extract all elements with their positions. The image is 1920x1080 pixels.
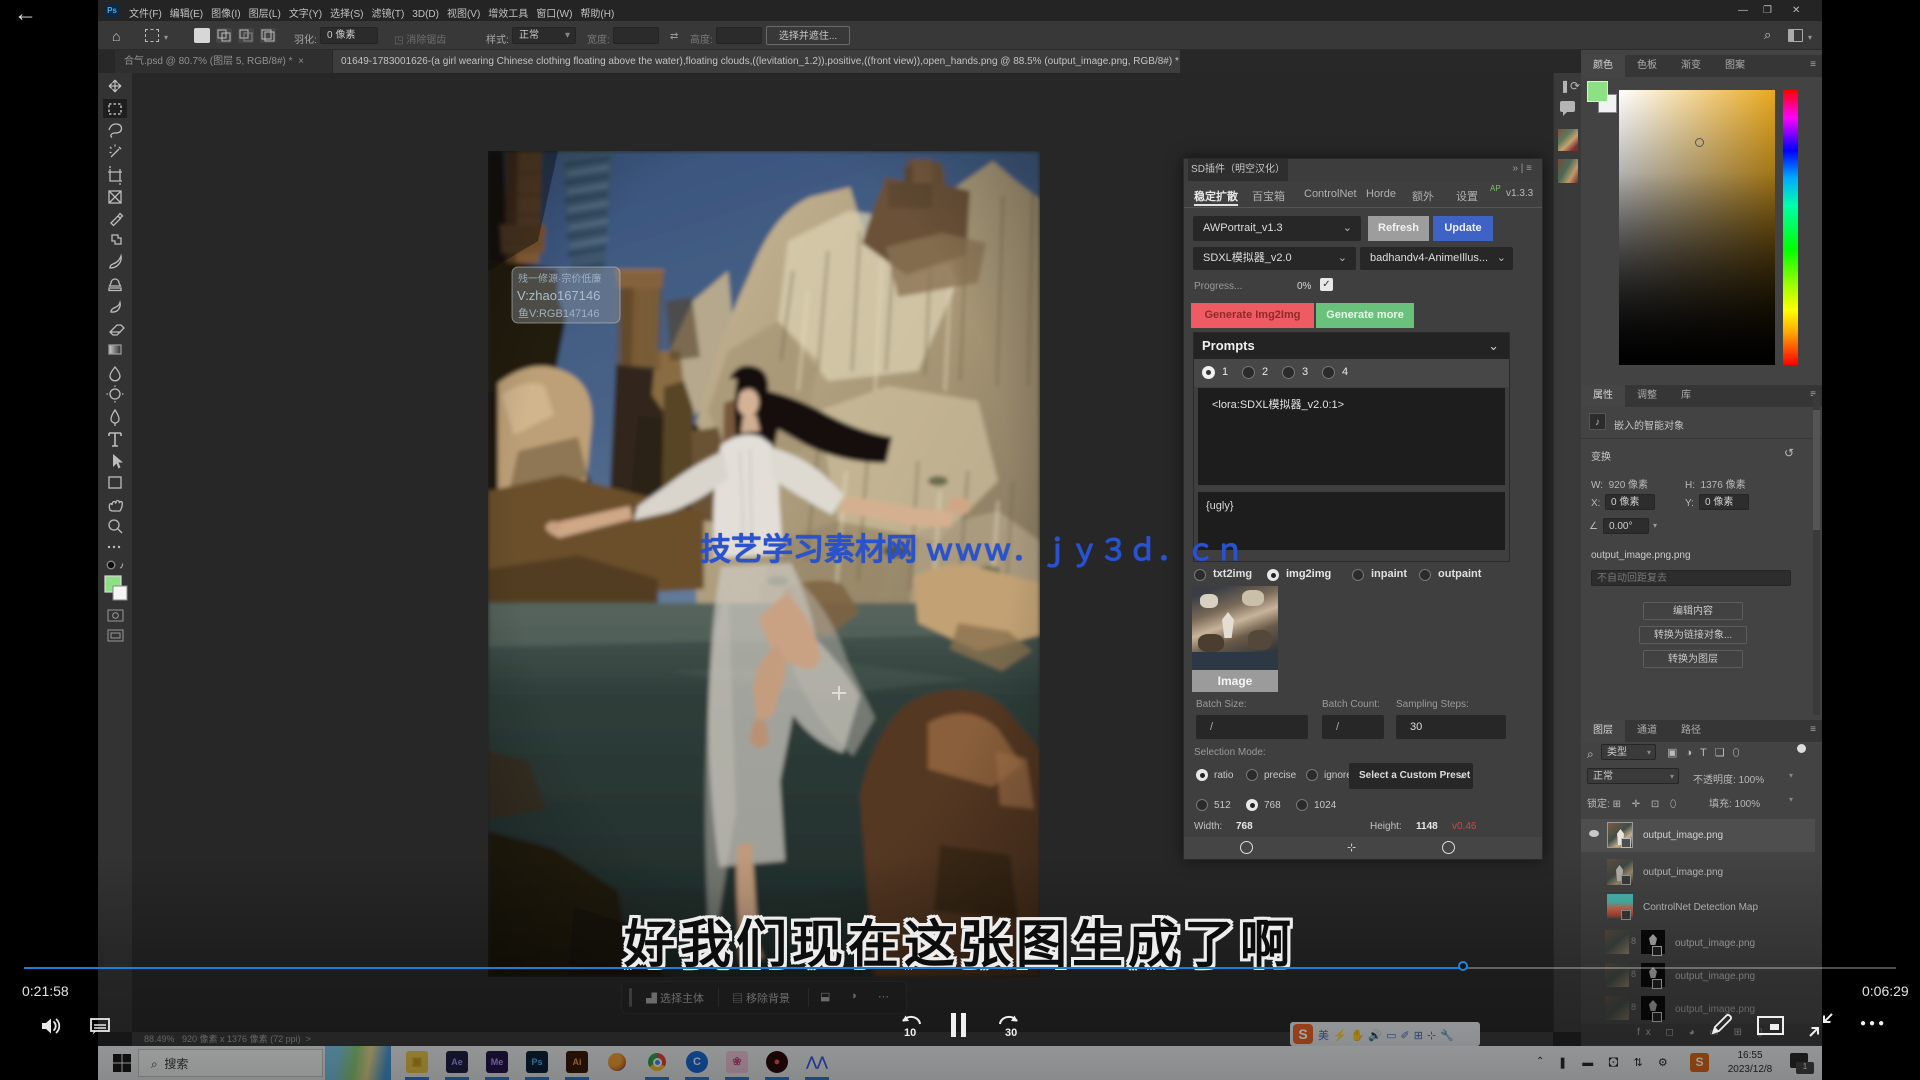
svg-text:30: 30 <box>1005 1027 1017 1039</box>
svg-text:鱼V:RGB147146: 鱼V:RGB147146 <box>518 306 600 320</box>
svg-text:残一修源·宗价低廉: 残一修源·宗价低廉 <box>518 272 601 285</box>
svg-text:10: 10 <box>904 1027 916 1039</box>
svg-text:V:zhao167146: V:zhao167146 <box>517 288 600 303</box>
